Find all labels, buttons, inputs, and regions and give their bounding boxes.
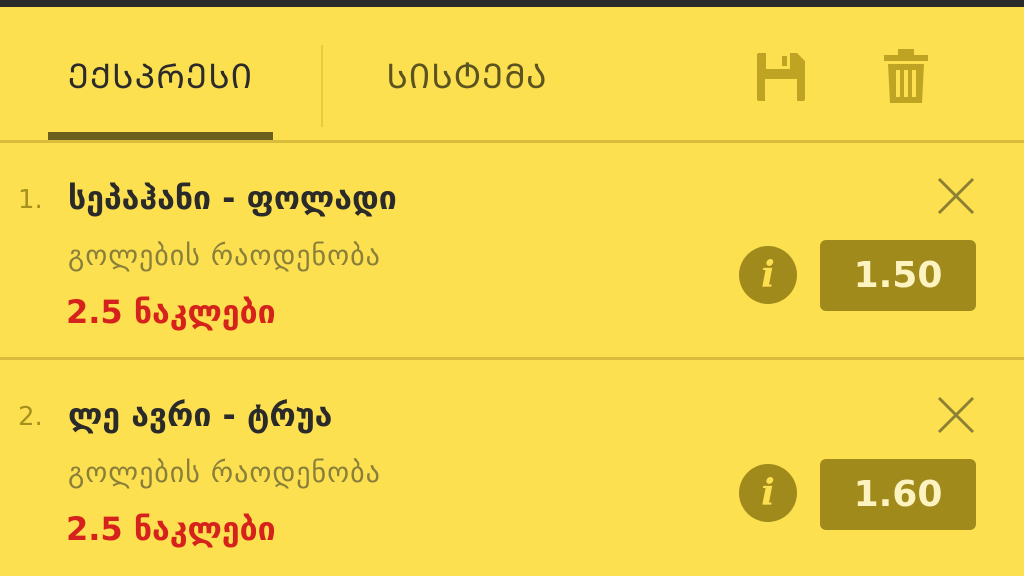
tab-express[interactable]: ᲔᲥᲡᲞᲠᲔᲡᲘ: [48, 7, 273, 142]
bet-item: 2. ლე ავრი - ტრუა გოლების რაოდენობა 2.5 …: [0, 360, 1024, 576]
save-icon[interactable]: [755, 51, 807, 103]
bet-number: 1.: [18, 185, 43, 215]
odds-button[interactable]: 1.50: [820, 240, 976, 311]
match-title: ლე ავრი - ტრუა: [68, 396, 333, 434]
trash-icon[interactable]: [884, 49, 928, 103]
tab-express-label: ᲔᲥᲡᲞᲠᲔᲡᲘ: [67, 56, 254, 97]
tab-system[interactable]: ᲡᲘᲡᲢᲔᲛᲐ: [352, 7, 582, 142]
odds-button[interactable]: 1.60: [820, 459, 976, 530]
tab-divider: [321, 45, 323, 127]
match-title: სეპაჰანი - ფოლადი: [68, 179, 397, 217]
info-icon[interactable]: i: [739, 246, 797, 304]
market-label: გოლების რაოდენობა: [68, 456, 381, 489]
odds-value: 1.60: [853, 474, 943, 515]
bet-type-tabs: ᲔᲥᲡᲞᲠᲔᲡᲘ ᲡᲘᲡᲢᲔᲛᲐ: [0, 7, 1024, 142]
selection-label: 2.5 ნაკლები: [66, 293, 276, 331]
selection-label: 2.5 ნაკლები: [66, 510, 276, 548]
odds-value: 1.50: [853, 255, 943, 296]
market-label: გოლების რაოდენობა: [68, 239, 381, 272]
close-icon[interactable]: [936, 395, 976, 435]
status-bar: [0, 0, 1024, 7]
tab-system-label: ᲡᲘᲡᲢᲔᲛᲐ: [386, 56, 548, 97]
bet-item: 1. სეპაჰანი - ფოლადი გოლების რაოდენობა 2…: [0, 143, 1024, 359]
close-icon[interactable]: [936, 176, 976, 216]
bet-number: 2.: [18, 402, 43, 432]
info-icon[interactable]: i: [739, 464, 797, 522]
